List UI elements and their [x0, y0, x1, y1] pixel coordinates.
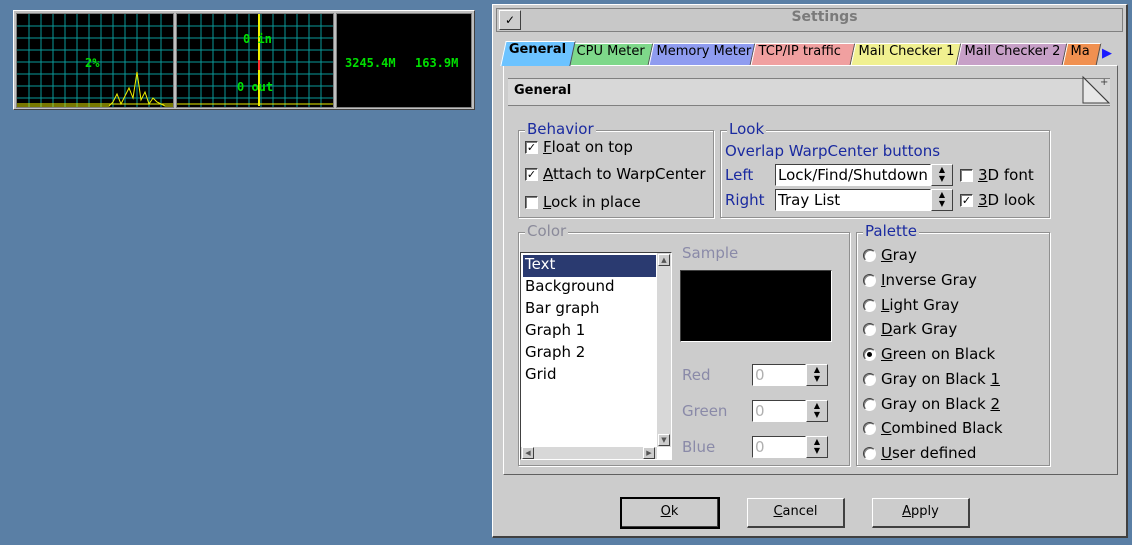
blue-label: Blue	[682, 438, 716, 456]
scroll-right-icon[interactable]: ▶	[643, 447, 655, 459]
palette-option-label[interactable]: Green on Black	[881, 345, 995, 363]
tab-mail-checker-1[interactable]: Mail Checker 1	[850, 43, 962, 65]
palette-radio-6[interactable]	[863, 397, 876, 411]
behavior-group-title: Behavior	[525, 120, 596, 138]
overlap-warpcenter-label: Overlap WarpCenter buttons	[725, 142, 941, 160]
color-item-listbox[interactable]: Text Background Bar graph Graph 1 Graph …	[520, 252, 672, 460]
palette-option-label[interactable]: Inverse Gray	[881, 271, 977, 289]
lock-in-place-label[interactable]: Lock in place	[543, 193, 641, 211]
red-spin-button[interactable]: ▲ ▼	[806, 364, 828, 386]
palette-radio-0[interactable]	[863, 249, 876, 262]
list-item-graph-2[interactable]: Graph 2	[523, 343, 656, 365]
window-title: Settings	[791, 9, 858, 25]
palette-radio-4[interactable]	[863, 348, 876, 361]
palette-radio-1[interactable]	[863, 273, 876, 287]
scroll-down-icon[interactable]: ▼	[658, 434, 670, 446]
memory-meter-panel: 3245.4M 163.9M	[336, 13, 472, 108]
system-menu-icon[interactable]: ✓	[499, 10, 521, 30]
list-item-graph-1[interactable]: Graph 1	[523, 321, 656, 343]
left-spin-button[interactable]: ▲ ▼	[931, 164, 953, 186]
palette-radio-5[interactable]	[863, 372, 876, 386]
tab-mail-checker-2[interactable]: Mail Checker 2	[956, 43, 1068, 65]
scroll-up-icon[interactable]: ▲	[658, 254, 670, 266]
blue-spin-button[interactable]: ▲ ▼	[806, 436, 828, 458]
tab-memory-meter[interactable]: Memory Meter	[648, 43, 756, 65]
left-buttons-combobox[interactable]: Lock/Find/Shutdown	[775, 164, 931, 186]
3d-font-checkbox[interactable]	[960, 169, 973, 182]
palette-option-label[interactable]: Gray on Black 2	[881, 395, 1000, 413]
ok-button[interactable]: Ok	[620, 497, 720, 529]
attach-to-warpcenter-label[interactable]: Attach to WarpCenter	[543, 165, 706, 183]
palette-radio-8[interactable]	[863, 447, 876, 460]
general-page: General + Behavior ✓ Float on top ✓ Atta…	[503, 65, 1118, 475]
palette-option-label[interactable]: Light Gray	[881, 296, 959, 314]
cancel-button[interactable]: Cancel	[747, 498, 845, 528]
net-in-label: 0 in	[243, 32, 272, 46]
3d-font-label[interactable]: 3D font	[978, 166, 1034, 184]
svg-text:+: +	[1100, 77, 1108, 88]
sample-label: Sample	[682, 244, 739, 262]
net-out-label: 0 out	[237, 80, 274, 94]
memory-value-2: 163.9M	[415, 56, 459, 70]
right-buttons-combobox[interactable]: Tray List	[775, 189, 931, 211]
vertical-scrollbar[interactable]	[657, 253, 671, 447]
page-turn-dogear-icon[interactable]: +	[1082, 75, 1110, 105]
3d-look-label[interactable]: 3D look	[978, 191, 1035, 209]
cpu-meter-graph: 2%	[16, 13, 174, 108]
float-on-top-label[interactable]: Float on top	[543, 138, 633, 156]
system-monitor-widget[interactable]: 2% 0 in 0 out 3245.4M 163.9M	[13, 10, 475, 110]
left-label: Left	[725, 166, 754, 184]
title-bar[interactable]: ✓ Settings	[496, 8, 1123, 32]
green-label: Green	[682, 402, 728, 420]
page-title: General	[514, 83, 572, 98]
notebook-tabs: General CPU Meter Memory Meter TCP/IP tr…	[500, 41, 1118, 66]
lock-in-place-checkbox[interactable]	[525, 196, 538, 209]
apply-button[interactable]: Apply	[872, 498, 970, 528]
palette-group-title: Palette	[863, 222, 919, 240]
memory-value-1: 3245.4M	[345, 56, 396, 70]
palette-option-label[interactable]: Gray on Black 1	[881, 370, 1000, 388]
tab-more[interactable]: Ma	[1062, 43, 1102, 65]
palette-radio-2[interactable]	[863, 298, 876, 312]
tab-tcpip-traffic[interactable]: TCP/IP traffic	[750, 43, 856, 65]
cpu-percent-label: 2%	[85, 56, 100, 70]
list-item-grid[interactable]: Grid	[523, 365, 656, 387]
red-label: Red	[682, 366, 711, 384]
3d-look-checkbox[interactable]: ✓	[960, 194, 973, 207]
page-header: General +	[508, 75, 1110, 106]
palette-option-label[interactable]: Dark Gray	[881, 320, 957, 338]
list-item-background[interactable]: Background	[523, 277, 656, 299]
right-spin-button[interactable]: ▲ ▼	[931, 189, 953, 211]
color-sample-swatch	[680, 270, 832, 342]
palette-option-label[interactable]: User defined	[881, 444, 976, 462]
look-group-title: Look	[727, 120, 767, 138]
tcpip-traffic-graph: 0 in 0 out	[176, 13, 334, 108]
tab-scroll-right-icon[interactable]: ▶	[1099, 45, 1115, 63]
list-item-bar-graph[interactable]: Bar graph	[523, 299, 656, 321]
settings-dialog: ✓ Settings General CPU Meter Memory Mete…	[492, 4, 1128, 538]
list-item-text[interactable]: Text	[523, 255, 656, 277]
float-on-top-checkbox[interactable]: ✓	[525, 141, 538, 154]
green-spin-button[interactable]: ▲ ▼	[806, 400, 828, 422]
tab-cpu-meter[interactable]: CPU Meter	[568, 43, 654, 65]
palette-option-label[interactable]: Combined Black	[881, 419, 1003, 437]
red-value-field[interactable]: 0	[752, 364, 806, 386]
color-group-title: Color	[525, 222, 569, 240]
horizontal-scrollbar[interactable]	[521, 447, 657, 459]
tab-general[interactable]: General	[500, 41, 576, 66]
green-value-field[interactable]: 0	[752, 400, 806, 422]
attach-to-warpcenter-checkbox[interactable]: ✓	[525, 168, 538, 181]
right-label: Right	[725, 191, 765, 209]
blue-value-field[interactable]: 0	[752, 436, 806, 458]
palette-option-label[interactable]: Gray	[881, 246, 917, 264]
scroll-left-icon[interactable]: ◀	[522, 447, 534, 459]
